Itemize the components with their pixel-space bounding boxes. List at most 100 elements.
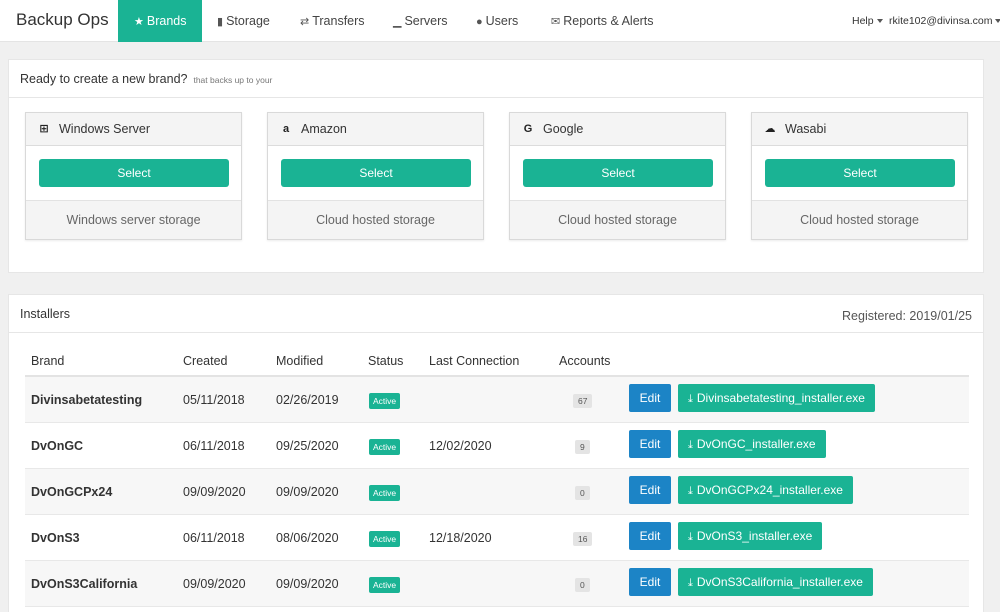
table-row: DvOnS3California 09/09/2020 09/09/2020 A… bbox=[25, 561, 969, 607]
create-brand-panel: Ready to create a new brand? that backs u… bbox=[8, 59, 984, 273]
status-badge: Active bbox=[369, 531, 401, 547]
signal-icon: ▁ bbox=[393, 16, 402, 28]
caret-down-icon bbox=[876, 19, 883, 24]
help-label: Help bbox=[852, 15, 874, 27]
column-header-accounts[interactable]: Accounts bbox=[559, 354, 610, 368]
nav-item-label: Users bbox=[485, 14, 519, 28]
user-menu[interactable]: rkite102@divinsa.com bbox=[889, 0, 1000, 42]
row-last-connection: 12/18/2020 bbox=[429, 531, 492, 545]
accounts-count-badge: 67 bbox=[573, 394, 593, 408]
app-title[interactable]: Backup Ops bbox=[16, 10, 109, 30]
row-brand: DvOnGC bbox=[31, 439, 84, 453]
download-installer-button[interactable]: ⤓ DvOnS3_installer.exe bbox=[678, 522, 823, 550]
row-last-connection: 12/02/2020 bbox=[429, 439, 492, 453]
nav-item-label: Servers bbox=[404, 14, 448, 28]
envelope-icon: ✉ bbox=[551, 16, 561, 28]
exchange-icon: ⇄ bbox=[300, 16, 310, 28]
row-created: 09/09/2020 bbox=[183, 577, 246, 591]
column-header-status[interactable]: Status bbox=[368, 354, 403, 368]
nav-item-users[interactable]: ● Users bbox=[476, 0, 518, 42]
download-installer-button[interactable]: ⤓ DvOnGCPx24_installer.exe bbox=[678, 476, 853, 504]
accounts-count-badge: 0 bbox=[575, 578, 590, 592]
accounts-count-badge: 0 bbox=[575, 486, 590, 500]
create-brand-title: Ready to create a new brand? that backs u… bbox=[20, 72, 273, 86]
download-installer-button[interactable]: ⤓ DvOnS3California_installer.exe bbox=[678, 568, 873, 596]
table-row: Divinsabetatesting 05/11/2018 02/26/2019… bbox=[25, 377, 969, 423]
card-description: Cloud hosted storage bbox=[510, 200, 725, 239]
download-installer-button[interactable]: ⤓ DvOnGC_installer.exe bbox=[678, 430, 826, 458]
accounts-count-badge: 16 bbox=[573, 532, 593, 546]
edit-button[interactable]: Edit bbox=[629, 522, 671, 550]
table-row: DvOnGCPx24 09/09/2020 09/09/2020 Active … bbox=[25, 469, 969, 515]
storage-card-google: G Google Select Cloud hosted storage bbox=[509, 112, 726, 240]
column-header-last-connection[interactable]: Last Connection bbox=[429, 354, 519, 368]
row-modified: 09/09/2020 bbox=[276, 577, 339, 591]
bar-chart-icon: ▮ bbox=[217, 16, 224, 28]
download-icon: ⤓ bbox=[688, 531, 693, 543]
nav-item-storage[interactable]: ▮ Storage bbox=[217, 0, 270, 42]
storage-card-amazon: a Amazon Select Cloud hosted storage bbox=[267, 112, 484, 240]
table-row: DvOnS3 06/11/2018 08/06/2020 Active 12/1… bbox=[25, 515, 969, 561]
column-header-modified[interactable]: Modified bbox=[276, 354, 323, 368]
select-google-button[interactable]: Select bbox=[523, 159, 713, 187]
create-brand-subtitle: that backs up to your bbox=[193, 75, 273, 85]
storage-card-windows: ⊞ Windows Server Select Windows server s… bbox=[25, 112, 242, 240]
card-name: Windows Server bbox=[59, 122, 150, 136]
status-badge: Active bbox=[369, 485, 401, 501]
column-header-created[interactable]: Created bbox=[183, 354, 227, 368]
installers-panel: Installers Registered: 2019/01/25 Brand … bbox=[8, 294, 984, 612]
storage-card-wasabi: ☁ Wasabi Select Cloud hosted storage bbox=[751, 112, 968, 240]
user-email: rkite102@divinsa.com bbox=[889, 15, 993, 27]
accounts-count-badge: 9 bbox=[575, 440, 590, 454]
table-row: DvOnGC 06/11/2018 09/25/2020 Active 12/0… bbox=[25, 423, 969, 469]
nav-item-brands[interactable]: ★ Brands bbox=[118, 0, 203, 42]
users-icon: ● bbox=[476, 16, 483, 28]
create-brand-header: Ready to create a new brand? that backs u… bbox=[9, 60, 983, 98]
google-icon: G bbox=[523, 123, 533, 135]
nav-item-label: Brands bbox=[146, 14, 187, 28]
row-brand: Divinsabetatesting bbox=[31, 393, 143, 407]
edit-button[interactable]: Edit bbox=[629, 568, 671, 596]
row-brand: DvOnGCPx24 bbox=[31, 485, 113, 499]
edit-button[interactable]: Edit bbox=[629, 384, 671, 412]
top-navbar: Backup Ops ★ Brands ▮ Storage ⇄ Transfers ▁… bbox=[0, 0, 1000, 42]
edit-button[interactable]: Edit bbox=[629, 476, 671, 504]
select-wasabi-button[interactable]: Select bbox=[765, 159, 955, 187]
select-amazon-button[interactable]: Select bbox=[281, 159, 471, 187]
row-brand: DvOnS3California bbox=[31, 577, 138, 591]
nav-item-reports[interactable]: ✉ Reports & Alerts bbox=[551, 0, 654, 42]
download-icon: ⤓ bbox=[688, 485, 693, 497]
card-name: Wasabi bbox=[785, 122, 827, 136]
star-icon: ★ bbox=[134, 16, 144, 28]
amazon-icon: a bbox=[282, 123, 290, 135]
row-modified: 02/26/2019 bbox=[276, 393, 339, 407]
select-windows-button[interactable]: Select bbox=[39, 159, 229, 187]
status-badge: Active bbox=[369, 393, 401, 409]
row-created: 05/11/2018 bbox=[183, 393, 245, 407]
cloud-icon: ☁ bbox=[764, 123, 776, 135]
card-description: Cloud hosted storage bbox=[752, 200, 967, 239]
column-header-brand[interactable]: Brand bbox=[31, 354, 64, 368]
nav-item-label: Transfers bbox=[312, 14, 365, 28]
card-description: Windows server storage bbox=[26, 200, 241, 239]
download-installer-button[interactable]: ⤓ Divinsabetatesting_installer.exe bbox=[678, 384, 875, 412]
nav-item-label: Reports & Alerts bbox=[563, 14, 654, 28]
row-modified: 09/25/2020 bbox=[276, 439, 339, 453]
nav-item-label: Storage bbox=[226, 14, 270, 28]
help-menu[interactable]: Help bbox=[852, 0, 883, 42]
row-modified: 08/06/2020 bbox=[276, 531, 339, 545]
installers-header: Installers Registered: 2019/01/25 bbox=[9, 295, 983, 333]
nav-item-servers[interactable]: ▁ Servers bbox=[393, 0, 448, 42]
edit-button[interactable]: Edit bbox=[629, 430, 671, 458]
row-created: 06/11/2018 bbox=[183, 439, 245, 453]
nav-item-transfers[interactable]: ⇄ Transfers bbox=[300, 0, 365, 42]
card-description: Cloud hosted storage bbox=[268, 200, 483, 239]
row-brand: DvOnS3 bbox=[31, 531, 80, 545]
download-icon: ⤓ bbox=[688, 439, 693, 451]
download-icon: ⤓ bbox=[688, 393, 693, 405]
card-name: Amazon bbox=[301, 122, 347, 136]
download-icon: ⤓ bbox=[688, 577, 693, 589]
installers-title: Installers bbox=[20, 307, 71, 321]
row-modified: 09/09/2020 bbox=[276, 485, 339, 499]
windows-icon: ⊞ bbox=[39, 123, 49, 135]
